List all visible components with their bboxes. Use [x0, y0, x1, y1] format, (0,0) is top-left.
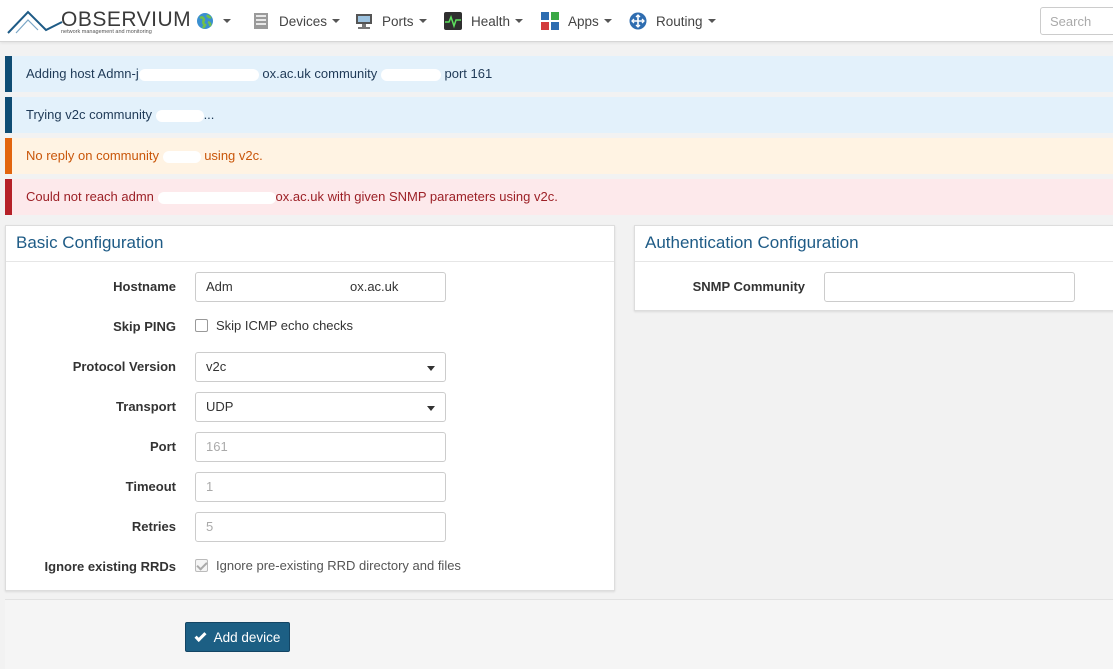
ignore-rrd-row: Ignore existing RRDs Ignore pre-existing… [6, 552, 614, 582]
chevron-down-icon [603, 19, 612, 23]
alert-text: Adding host Admn-j [26, 66, 139, 81]
alert-text: Trying v2c community [26, 107, 152, 122]
protocol-version-select[interactable]: v2c [195, 352, 446, 382]
alert-trying-community: Trying v2c community ... [5, 97, 1113, 133]
globe-icon [196, 12, 214, 30]
ignore-rrd-label: Ignore existing RRDs [44, 559, 176, 574]
chevron-down-icon [515, 19, 524, 23]
nav-apps[interactable]: Apps [541, 10, 612, 32]
transport-value: UDP [206, 399, 234, 414]
chevron-down-icon [427, 366, 435, 371]
port-input[interactable]: 161 [195, 432, 446, 462]
redacted-text [236, 281, 347, 294]
snmp-community-row: SNMP Community [635, 272, 1113, 302]
redacted-text [157, 191, 276, 204]
ignore-rrd-option: Ignore pre-existing RRD directory and fi… [195, 558, 461, 573]
nav-apps-label: Apps [568, 13, 599, 29]
form-actions: Add device [5, 599, 1113, 669]
add-device-button[interactable]: Add device [185, 622, 290, 652]
retries-input[interactable]: 5 [195, 512, 446, 542]
retries-row: Retries 5 [6, 512, 614, 542]
apps-grid-icon [541, 12, 559, 30]
basic-configuration-panel: Basic Configuration Hostname Adm ox.ac.u… [5, 225, 615, 591]
protocol-label: Protocol Version [72, 359, 176, 374]
nav-routing[interactable]: Routing [629, 10, 716, 32]
panel-title: Basic Configuration [6, 226, 614, 262]
hostname-label: Hostname [113, 279, 176, 294]
add-device-label: Add device [213, 629, 281, 645]
redacted-text [162, 150, 201, 163]
nav-ports-label: Ports [382, 13, 414, 29]
routing-icon [629, 12, 647, 30]
skip-ping-option: Skip ICMP echo checks [195, 318, 353, 333]
alert-text: using v2c. [204, 148, 263, 163]
ignore-rrd-text: Ignore pre-existing RRD directory and fi… [216, 558, 461, 573]
protocol-row: Protocol Version v2c [6, 352, 614, 382]
port-label: Port [150, 439, 176, 454]
chevron-down-icon [427, 406, 435, 411]
search-input[interactable] [1040, 7, 1113, 35]
alert-adding-host: Adding host Admn-j ox.ac.uk community po… [5, 56, 1113, 92]
server-icon [252, 12, 270, 30]
nav-health[interactable]: Health [444, 10, 524, 32]
chevron-down-icon [332, 19, 341, 23]
nav-globe-menu[interactable] [196, 10, 231, 32]
alert-text: port 161 [444, 66, 493, 81]
redacted-text [380, 68, 441, 81]
skip-ping-checkbox[interactable] [195, 319, 208, 332]
top-navbar: OBSERVIUM network management and monitor… [0, 0, 1113, 42]
nav-health-label: Health [471, 13, 511, 29]
timeout-label: Timeout [125, 479, 176, 494]
brand-tagline: network management and monitoring [61, 29, 152, 35]
protocol-value: v2c [206, 359, 227, 374]
chevron-down-icon [707, 19, 716, 23]
skip-ping-label: Skip PING [113, 319, 176, 334]
hostname-input[interactable]: Adm ox.ac.uk [195, 272, 446, 302]
skip-ping-text: Skip ICMP echo checks [216, 318, 354, 333]
alert-could-not-reach: Could not reach admn ox.ac.uk with given… [5, 179, 1113, 215]
nav-devices[interactable]: Devices [252, 10, 341, 32]
snmp-community-input[interactable] [824, 272, 1075, 302]
alert-text: No reply on community [26, 148, 159, 163]
alert-text: ox.ac.uk community [262, 66, 378, 81]
logo-mountain-icon [7, 10, 63, 34]
observium-logo[interactable]: OBSERVIUM network management and monitor… [6, 4, 191, 38]
chevron-down-icon [223, 19, 231, 23]
alert-text: ... [203, 107, 215, 122]
panel-title: Authentication Configuration [635, 226, 1113, 262]
alert-text: ox.ac.uk with given SNMP parameters usin… [275, 189, 558, 204]
alert-no-reply: No reply on community using v2c. [5, 138, 1113, 174]
transport-select[interactable]: UDP [195, 392, 446, 422]
timeout-row: Timeout 1 [6, 472, 614, 502]
hostname-row: Hostname Adm ox.ac.uk [6, 272, 614, 302]
redacted-text [155, 109, 204, 122]
heartbeat-icon [444, 12, 462, 30]
redacted-text [138, 68, 259, 81]
timeout-input[interactable]: 1 [195, 472, 446, 502]
check-icon [194, 629, 207, 642]
authentication-configuration-panel: Authentication Configuration SNMP Commun… [634, 225, 1113, 311]
network-port-icon [355, 12, 373, 30]
nav-routing-label: Routing [656, 13, 703, 29]
nav-devices-label: Devices [279, 13, 328, 29]
port-row: Port 161 [6, 432, 614, 462]
snmp-community-label: SNMP Community [692, 279, 805, 294]
nav-ports[interactable]: Ports [355, 10, 427, 32]
retries-label: Retries [131, 519, 176, 534]
ignore-rrd-checkbox[interactable] [195, 559, 208, 572]
hostname-value: Adm [206, 279, 233, 294]
chevron-down-icon [418, 19, 427, 23]
hostname-value: ox.ac.uk [349, 279, 399, 294]
skip-ping-row: Skip PING Skip ICMP echo checks [6, 312, 614, 342]
transport-row: Transport UDP [6, 392, 614, 422]
alert-text: Could not reach admn [26, 189, 154, 204]
transport-label: Transport [116, 399, 176, 414]
